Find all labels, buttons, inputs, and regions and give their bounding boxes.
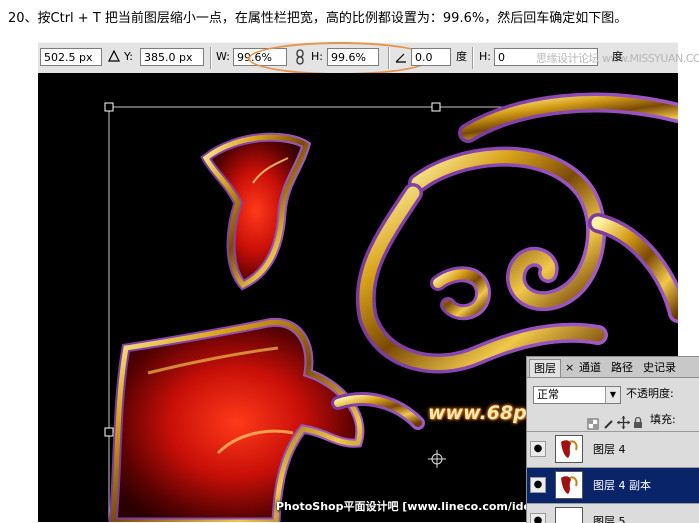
layer-name: 图层 4 副本: [593, 479, 651, 492]
y-label: Y:: [124, 50, 133, 63]
transform-options-bar: 502.5 px Y: 385.0 px W: 99.6% H: 99.6% 0…: [38, 42, 699, 75]
transform-handle[interactable]: [431, 102, 441, 112]
tab-paths[interactable]: 路径: [607, 359, 637, 377]
x-position-field[interactable]: 502.5 px: [40, 48, 102, 66]
chevron-down-icon[interactable]: ▼: [605, 387, 620, 403]
transform-center-point[interactable]: [428, 450, 446, 468]
opacity-label: 不透明度:: [626, 387, 674, 400]
layers-panel: 图层 × 通道 路径 史记录 正常 ▼ 不透明度: 填充: ● 图层 4 ● 图…: [526, 356, 699, 523]
blend-mode-select[interactable]: 正常 ▼: [533, 386, 621, 404]
angle-unit-label: 度: [456, 50, 467, 63]
panel-tabs: 图层 × 通道 路径 史记录: [527, 357, 699, 378]
layer-row-selected[interactable]: ● 图层 4 副本: [527, 467, 699, 503]
instruction-text: 20、按Ctrl + T 把当前图层缩小一点，在属性栏把宽，高的比例都设置为：9…: [8, 11, 628, 26]
width-label: W:: [216, 50, 230, 63]
eye-icon[interactable]: ●: [530, 477, 546, 493]
rotate-angle-icon: [395, 49, 407, 68]
tab-channels[interactable]: 通道: [575, 359, 605, 377]
tab-layers[interactable]: 图层: [529, 359, 561, 377]
layer-thumbnail: [555, 435, 583, 463]
tab-history[interactable]: 史记录: [639, 359, 680, 377]
divider: [388, 47, 390, 69]
h-skew-label: H:: [479, 50, 491, 63]
triangle-delta-icon: [108, 48, 120, 67]
layer-name: 图层 4: [593, 443, 626, 456]
layer-thumbnail: [555, 471, 583, 499]
eye-icon[interactable]: ●: [530, 441, 546, 457]
layer-row[interactable]: ● 图层 4: [527, 431, 699, 467]
fill-label: 填充:: [650, 413, 676, 426]
leaf-shape: [200, 132, 312, 291]
divider: [210, 47, 212, 69]
layer-row[interactable]: ● 图层 5: [527, 503, 699, 523]
y-position-field[interactable]: 385.0 px: [140, 48, 204, 66]
transform-handle[interactable]: [104, 427, 114, 437]
divider: [472, 47, 474, 69]
rotation-field[interactable]: 0.0: [411, 48, 451, 66]
large-red-shape: [108, 317, 365, 522]
layer-thumbnail: [555, 507, 583, 523]
transform-handle[interactable]: [104, 102, 114, 112]
skew-unit-label: 度: [612, 50, 623, 63]
